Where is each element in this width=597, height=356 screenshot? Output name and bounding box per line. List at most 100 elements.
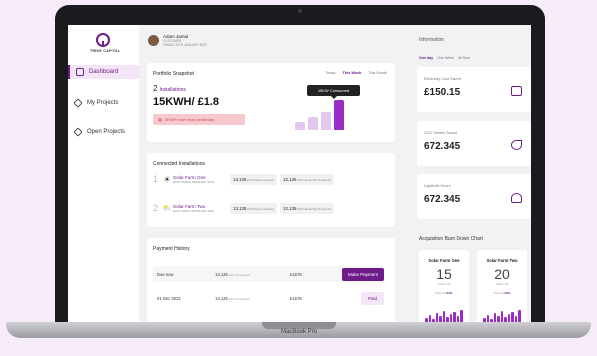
card-title: Connected Installations	[153, 161, 205, 167]
wallet-icon	[511, 86, 522, 96]
make-payment-button[interactable]: Make Payment	[341, 267, 384, 281]
metric-value: £150.15	[424, 87, 461, 98]
usage-bar-chart	[295, 97, 355, 130]
farm-paid-off: Paid off 63%	[419, 291, 469, 295]
card-title: Payment History	[153, 246, 190, 252]
brand-name: TRIKE CAPITAL	[90, 49, 121, 53]
home-icon	[76, 68, 84, 76]
farm-years: 15	[436, 266, 452, 282]
farm-name: Solar Farm Two	[486, 258, 518, 263]
payment-consumed: 13,135 KW Consumed	[215, 272, 290, 277]
produced-label: KWh Electricity Produced	[297, 206, 332, 211]
farm-mini-bars	[483, 309, 521, 323]
installations-label: Installations	[159, 87, 186, 93]
burndown-card-farm-two[interactable]: Solar Farm Two 20 Years Left Paid off 63…	[477, 250, 527, 323]
brand-logo[interactable]: TRIKE CAPITAL	[90, 33, 121, 53]
usage-bar	[308, 117, 318, 130]
payment-amount: £1576	[290, 271, 302, 277]
farm-mini-bars	[425, 309, 463, 323]
payment-row: Due now 13,135 KW Consumed £1576 Make Pa…	[153, 266, 384, 282]
information-tabs: One day One Week All time	[419, 56, 470, 60]
metric-label: CO2 Tonnes Saved	[424, 131, 457, 135]
avatar	[148, 35, 159, 46]
capacity-value: 13,135	[233, 176, 247, 182]
tab-one-week[interactable]: One Week	[437, 56, 454, 60]
installations-number: 2	[153, 84, 158, 93]
sidebar-item-open-projects[interactable]: Open Projects	[68, 125, 139, 139]
row-index: 1	[153, 174, 159, 184]
user-header[interactable]: Adam Jamal CUSTOMER FRIDAY 30TH JANUARY …	[148, 34, 207, 47]
logo-mark-icon	[96, 33, 110, 47]
burndown-card-farm-one[interactable]: Solar Farm One 15 Years Left Paid off 63…	[419, 250, 469, 323]
tab-all-time[interactable]: All time	[458, 56, 470, 60]
produced-label: KWh Electricity Produced	[297, 177, 332, 182]
panel-title: Information	[419, 37, 445, 43]
payment-when: 01 Dec 2022	[157, 295, 181, 301]
tab-this-week[interactable]: This Week	[343, 71, 362, 75]
farm-name: Solar Farm One	[428, 258, 460, 263]
capacity-pill: 13,135 KW Power Capacity	[230, 202, 277, 214]
capacity-value: 13,135	[233, 205, 247, 211]
device-label: MacBook Pro	[280, 329, 317, 335]
leaf-icon	[511, 140, 522, 150]
capacity-label: KW Power Capacity	[247, 206, 274, 211]
payment-history-card: Payment History Due now 13,135 KW Consum…	[147, 238, 395, 323]
sun-icon: ☀	[163, 174, 171, 184]
paid-badge: Paid	[360, 291, 384, 305]
sidebar-item-label: Dashboard	[89, 69, 119, 75]
consumed-label: KW Consumed	[228, 296, 250, 301]
sun-cloud-icon: ⛅	[162, 205, 172, 212]
tab-one-day[interactable]: One day	[419, 56, 433, 60]
sidebar-item-dashboard[interactable]: Dashboard	[68, 65, 139, 79]
installation-row[interactable]: 1 ☀ Solar Farm One EAST AFRICA SINCE MAY…	[153, 169, 337, 189]
burndown-title: Acquisition Burn Down Chart	[419, 236, 483, 242]
metric-card-cost-saved: Electricity Cost Saved £150.15	[417, 67, 531, 112]
capacity-label: KW Power Capacity	[247, 177, 274, 182]
usage-bar	[295, 122, 305, 130]
installation-location: EAST AFRICA SINCE MAY 2019	[173, 208, 214, 213]
usage-bar	[321, 112, 331, 130]
produced-value: 13,135	[282, 205, 297, 211]
tab-this-month[interactable]: This Month	[368, 71, 387, 75]
farm-years: 20	[494, 266, 510, 282]
metric-label: Electricity Cost Saved	[424, 77, 461, 81]
usage-bar	[334, 99, 344, 130]
cube-icon	[73, 98, 83, 108]
payment-when: Due now	[157, 271, 174, 277]
usage-tooltip: 15KW Consumed	[307, 85, 360, 99]
paid-off-label: Paid off	[435, 291, 446, 295]
metric-card-co2-saved: CO2 Tonnes Saved 672.345	[417, 121, 531, 166]
connected-installations-card: Connected Installations 1 ☀ Solar Farm O…	[147, 153, 395, 227]
consumed-value: 13,135	[215, 295, 228, 301]
sidebar-item-label: My Projects	[87, 100, 119, 106]
metric-label: Lightbulb Hours	[424, 184, 451, 188]
cube-icon	[73, 127, 83, 137]
metric-card-lightbulb-hours: Lightbulb Hours 672.345	[417, 174, 531, 219]
sidebar: TRIKE CAPITAL Dashboard My Projects Open…	[68, 25, 139, 323]
metric-value: 672.345	[424, 194, 461, 205]
paid-off-label: Paid off	[493, 291, 504, 295]
produced-value: 13,135	[282, 176, 297, 182]
payment-amount: £1576	[290, 295, 302, 301]
snapshot-tabs: Today This Week This Month	[325, 71, 387, 75]
laptop-mockup: TRIKE CAPITAL Dashboard My Projects Open…	[0, 0, 597, 356]
sidebar-item-my-projects[interactable]: My Projects	[68, 96, 139, 110]
installation-name: Solar Farm One EAST AFRICA SINCE MAY 201…	[173, 175, 230, 184]
lightbulb-icon	[511, 193, 522, 203]
installation-row[interactable]: 2 ⛅ Solar Farm Two EAST AFRICA SINCE MAY…	[153, 198, 337, 218]
laptop-notch	[262, 322, 336, 329]
consumed-label: KW Consumed	[228, 272, 250, 277]
app-screen: TRIKE CAPITAL Dashboard My Projects Open…	[68, 25, 531, 323]
paid-off-percent: 63%	[504, 291, 511, 295]
sidebar-item-label: Open Projects	[87, 129, 126, 135]
card-title: Portfolio Snapshot	[153, 71, 194, 77]
change-badge: 3KWH more than yesterday	[153, 114, 245, 125]
installation-name: Solar Farm Two EAST AFRICA SINCE MAY 201…	[173, 204, 230, 213]
energy-headline: 15KWH/ £1.8	[153, 96, 220, 108]
paid-off-percent: 63%	[446, 291, 453, 295]
tab-today[interactable]: Today	[325, 71, 335, 75]
installation-location: EAST AFRICA SINCE MAY 2019	[173, 179, 214, 184]
metric-value: 672.345	[424, 141, 461, 152]
farm-years-unit: Years Left	[495, 282, 509, 286]
information-panel: Information One day One Week All time El…	[417, 25, 531, 323]
